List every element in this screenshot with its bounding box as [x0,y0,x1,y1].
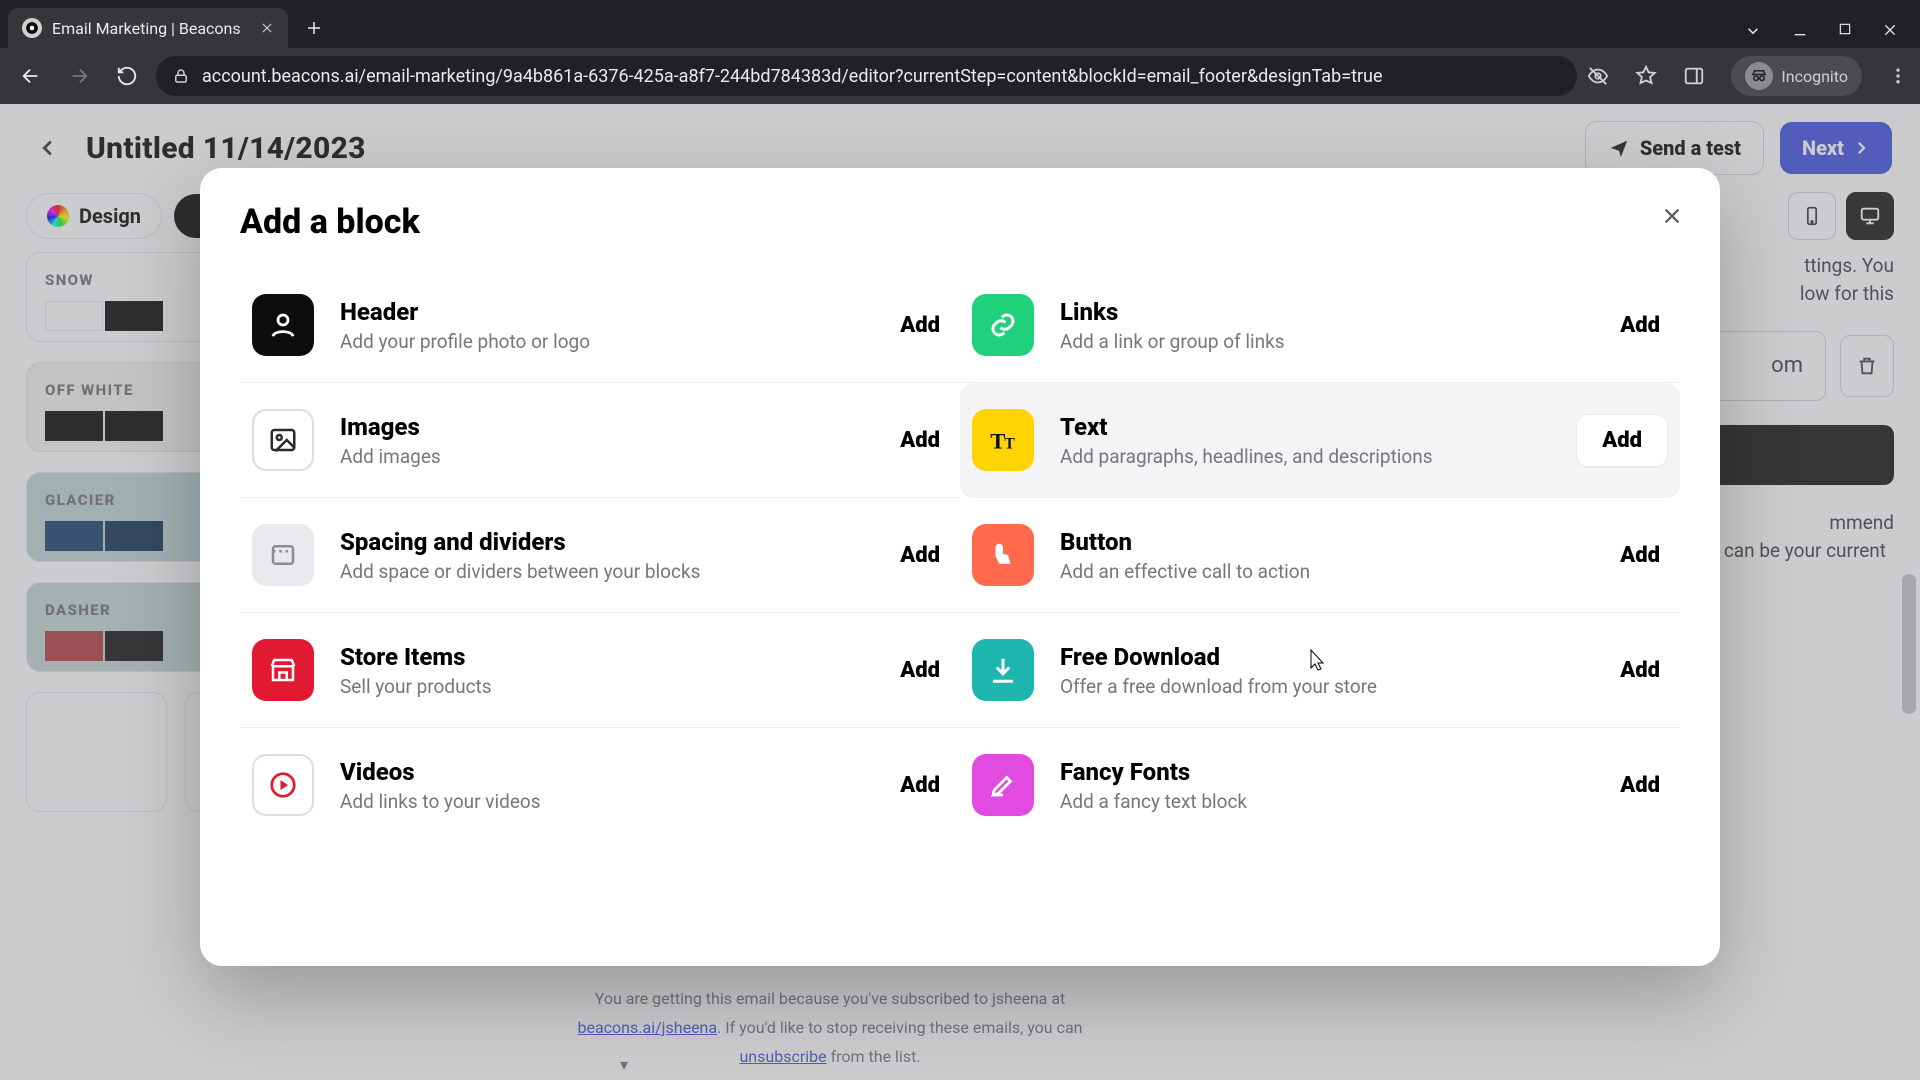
link-icon [972,294,1034,356]
block-option-fancy[interactable]: Fancy Fonts Add a fancy text block Add [960,728,1680,842]
lock-icon [172,67,190,85]
eye-off-icon[interactable] [1587,65,1609,87]
back-button[interactable] [12,57,50,95]
browser-tab[interactable]: Email Marketing | Beacons [8,8,288,48]
page-url: account.beacons.ai/email-marketing/9a4b8… [202,66,1383,87]
tab-favicon-icon [22,18,42,38]
text-icon: TT [972,409,1034,471]
block-desc: Offer a free download from your store [1060,675,1586,698]
reload-button[interactable] [108,57,146,95]
block-desc: Add links to your videos [340,790,866,813]
panel-icon[interactable] [1683,65,1705,87]
block-option-button[interactable]: Button Add an effective call to action Ad… [960,498,1680,613]
person-icon [252,294,314,356]
browser-titlebar: Email Marketing | Beacons [0,0,1920,48]
incognito-chip[interactable]: Incognito [1731,56,1862,96]
chevron-down-icon[interactable] [1744,22,1762,40]
play-icon [252,754,314,816]
pencil-icon [972,754,1034,816]
download-icon [972,639,1034,701]
block-option-store[interactable]: Store Items Sell your products Add [240,613,960,728]
add-button[interactable]: Add [892,763,948,808]
address-bar[interactable]: account.beacons.ai/email-marketing/9a4b8… [156,56,1577,96]
block-desc: Add space or dividers between your block… [340,560,866,583]
block-title: Button [1060,528,1586,556]
block-option-download[interactable]: Free Download Offer a free download from … [960,613,1680,728]
add-button[interactable]: Add [892,418,948,463]
add-button[interactable]: Add [1612,648,1668,693]
block-desc: Add an effective call to action [1060,560,1586,583]
app-page: Untitled 11/14/2023 Send a test Next Des… [0,104,1920,1080]
add-button[interactable]: Add [1576,414,1668,467]
block-title: Store Items [340,643,866,671]
image-icon [252,409,314,471]
block-desc: Add a link or group of links [1060,330,1586,353]
block-title: Header [340,298,866,326]
browser-toolbar: account.beacons.ai/email-marketing/9a4b8… [0,48,1920,104]
block-option-links[interactable]: Links Add a link or group of links Add [960,268,1680,383]
block-title: Text [1060,413,1550,441]
incognito-icon [1745,62,1773,90]
close-icon[interactable] [260,21,274,35]
block-option-spacing[interactable]: Spacing and dividers Add space or divider… [240,498,960,613]
block-option-text[interactable]: TT Text Add paragraphs, headlines, and de… [960,383,1680,498]
block-desc: Add your profile photo or logo [340,330,866,353]
block-title: Images [340,413,866,441]
new-tab-button[interactable] [296,10,332,46]
store-icon [252,639,314,701]
modal-title: Add a block [240,202,1680,242]
block-grid: Header Add your profile photo or logo Add… [240,268,1680,842]
maximize-icon[interactable] [1838,22,1852,40]
close-window-icon[interactable] [1882,22,1898,40]
svg-text:T: T [990,429,1005,454]
block-title: Videos [340,758,866,786]
spacing-icon [252,524,314,586]
block-desc: Add paragraphs, headlines, and descripti… [1060,445,1550,468]
block-desc: Add a fancy text block [1060,790,1586,813]
add-block-modal: Add a block Header Add your profile photo… [200,168,1720,966]
block-desc: Sell your products [340,675,866,698]
add-button[interactable]: Add [1612,303,1668,348]
add-button[interactable]: Add [1612,533,1668,578]
block-desc: Add images [340,445,866,468]
add-button[interactable]: Add [892,533,948,578]
block-title: Free Download [1060,643,1586,671]
kebab-icon[interactable] [1888,66,1908,86]
add-button[interactable]: Add [1612,763,1668,808]
close-button[interactable] [1652,196,1692,236]
window-controls [1744,22,1920,48]
incognito-label: Incognito [1781,67,1848,86]
svg-text:T: T [1004,436,1015,453]
star-icon[interactable] [1635,65,1657,87]
block-option-header[interactable]: Header Add your profile photo or logo Add [240,268,960,383]
block-option-videos[interactable]: Videos Add links to your videos Add [240,728,960,842]
block-title: Links [1060,298,1586,326]
block-option-images[interactable]: Images Add images Add [240,383,960,498]
tab-title: Email Marketing | Beacons [52,19,241,38]
tap-icon [972,524,1034,586]
block-title: Fancy Fonts [1060,758,1586,786]
add-button[interactable]: Add [892,648,948,693]
minimize-icon[interactable] [1792,22,1808,40]
forward-button[interactable] [60,57,98,95]
block-title: Spacing and dividers [340,528,866,556]
add-button[interactable]: Add [892,303,948,348]
